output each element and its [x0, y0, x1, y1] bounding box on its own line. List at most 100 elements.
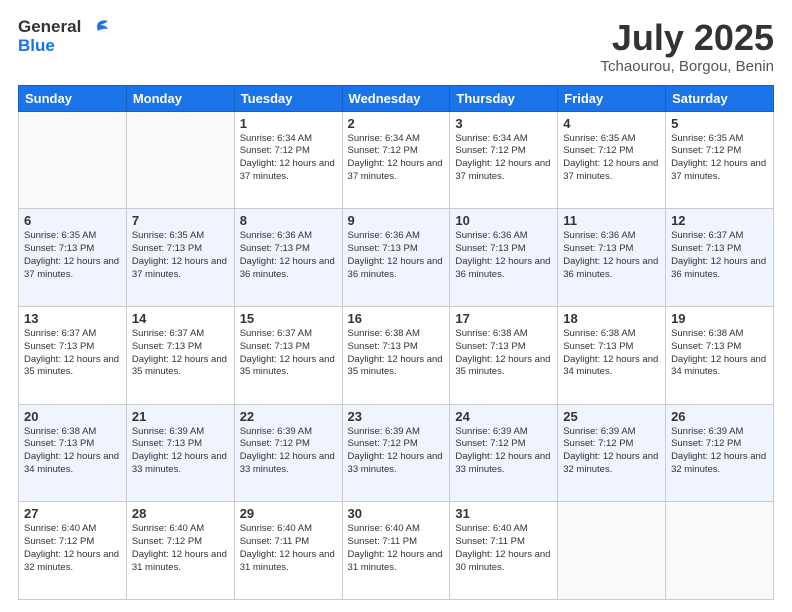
table-row: 22Sunrise: 6:39 AMSunset: 7:12 PMDayligh… — [234, 404, 342, 502]
table-row: 6 Sunrise: 6:35 AMSunset: 7:13 PMDaylight… — [19, 209, 127, 307]
day-number: 9 — [348, 213, 445, 228]
col-wednesday: Wednesday — [342, 85, 450, 111]
day-detail: Sunrise: 6:37 AMSunset: 7:13 PMDaylight:… — [240, 328, 337, 379]
day-number: 8 — [240, 213, 337, 228]
day-detail: Sunrise: 6:39 AMSunset: 7:12 PMDaylight:… — [563, 426, 660, 477]
day-number: 6 — [24, 213, 121, 228]
table-row: 28 Sunrise: 6:40 AMSunset: 7:12 PMDayligh… — [126, 502, 234, 600]
sunset-text: Sunset: 7:12 PM — [24, 536, 94, 547]
table-row: 21 Sunrise: 6:39 AMSunset: 7:13 PMDayligh… — [126, 404, 234, 502]
day-number: 25 — [563, 409, 660, 424]
table-row: 15 Sunrise: 6:37 AMSunset: 7:13 PMDayligh… — [234, 306, 342, 404]
table-row: 31Sunrise: 6:40 AMSunset: 7:11 PMDayligh… — [450, 502, 558, 600]
calendar-week-row: 1Sunrise: 6:34 AMSunset: 7:12 PMDaylight… — [19, 111, 774, 209]
day-detail: Sunrise: 6:34 AMSunset: 7:12 PM Daylight:… — [455, 133, 552, 184]
table-row — [19, 111, 127, 209]
day-number: 5 — [671, 116, 768, 131]
day-number: 14 — [132, 311, 229, 326]
sunrise-text: Sunrise: 6:35 AM — [24, 230, 96, 241]
day-number: 22 — [240, 409, 337, 424]
sunset-text: Sunset: 7:12 PM — [671, 438, 741, 449]
day-detail: Sunrise: 6:35 AMSunset: 7:13 PMDaylight:… — [24, 230, 121, 281]
sunset-text: Sunset: 7:12 PM — [671, 145, 741, 156]
sunrise-text: Sunrise: 6:34 AM — [455, 133, 527, 144]
daylight-text: Daylight: 12 hours and 37 minutes. — [455, 158, 550, 182]
sunrise-text: Sunrise: 6:37 AM — [24, 328, 96, 339]
sunset-text: Sunset: 7:13 PM — [671, 243, 741, 254]
day-detail: Sunrise: 6:36 AMSunset: 7:13 PMDaylight:… — [455, 230, 552, 281]
daylight-text: Daylight: 12 hours and 37 minutes. — [24, 256, 119, 280]
table-row: 10Sunrise: 6:36 AMSunset: 7:13 PMDayligh… — [450, 209, 558, 307]
daylight-text: Daylight: 12 hours and 33 minutes. — [348, 451, 443, 475]
day-detail: Sunrise: 6:39 AMSunset: 7:13 PMDaylight:… — [132, 426, 229, 477]
sunrise-text: Sunrise: 6:40 AM — [455, 523, 527, 534]
sunrise-text: Sunrise: 6:39 AM — [240, 426, 312, 437]
sunrise-text: Sunrise: 6:39 AM — [455, 426, 527, 437]
table-row: 8Sunrise: 6:36 AMSunset: 7:13 PMDaylight… — [234, 209, 342, 307]
sunrise-text: Sunrise: 6:35 AM — [563, 133, 635, 144]
sunset-text: Sunset: 7:11 PM — [348, 536, 418, 547]
table-row — [666, 502, 774, 600]
day-detail: Sunrise: 6:39 AMSunset: 7:12 PM Daylight:… — [671, 426, 768, 477]
sunrise-text: Sunrise: 6:40 AM — [348, 523, 420, 534]
sunset-text: Sunset: 7:13 PM — [671, 341, 741, 352]
day-number: 16 — [348, 311, 445, 326]
calendar-table: Sunday Monday Tuesday Wednesday Thursday… — [18, 85, 774, 600]
sunrise-text: Sunrise: 6:35 AM — [671, 133, 743, 144]
sunset-text: Sunset: 7:12 PM — [455, 145, 525, 156]
sunrise-text: Sunrise: 6:34 AM — [240, 133, 312, 144]
daylight-text: Daylight: 12 hours and 35 minutes. — [348, 354, 443, 378]
col-thursday: Thursday — [450, 85, 558, 111]
table-row — [558, 502, 666, 600]
sunset-text: Sunset: 7:11 PM — [240, 536, 310, 547]
day-detail: Sunrise: 6:35 AMSunset: 7:13 PMDaylight:… — [132, 230, 229, 281]
sunrise-text: Sunrise: 6:36 AM — [240, 230, 312, 241]
table-row: 13Sunrise: 6:37 AMSunset: 7:13 PMDayligh… — [19, 306, 127, 404]
sunrise-text: Sunrise: 6:38 AM — [671, 328, 743, 339]
col-saturday: Saturday — [666, 85, 774, 111]
table-row: 11Sunrise: 6:36 AMSunset: 7:13 PMDayligh… — [558, 209, 666, 307]
sunrise-text: Sunrise: 6:39 AM — [671, 426, 743, 437]
day-number: 21 — [132, 409, 229, 424]
day-detail: Sunrise: 6:38 AMSunset: 7:13 PMDaylight:… — [348, 328, 445, 379]
day-number: 15 — [240, 311, 337, 326]
table-row: 7Sunrise: 6:35 AMSunset: 7:13 PMDaylight… — [126, 209, 234, 307]
day-detail: Sunrise: 6:40 AMSunset: 7:11 PMDaylight:… — [455, 523, 552, 574]
day-detail: Sunrise: 6:34 AMSunset: 7:12 PMDaylight:… — [240, 133, 337, 184]
day-number: 23 — [348, 409, 445, 424]
day-detail: Sunrise: 6:37 AMSunset: 7:13 PMDaylight:… — [24, 328, 121, 379]
sunrise-text: Sunrise: 6:36 AM — [348, 230, 420, 241]
sunset-text: Sunset: 7:13 PM — [132, 438, 202, 449]
daylight-text: Daylight: 12 hours and 31 minutes. — [132, 549, 227, 573]
sunrise-text: Sunrise: 6:37 AM — [240, 328, 312, 339]
sunrise-text: Sunrise: 6:40 AM — [240, 523, 312, 534]
sunset-text: Sunset: 7:13 PM — [24, 438, 94, 449]
calendar-week-row: 20Sunrise: 6:38 AMSunset: 7:13 PMDayligh… — [19, 404, 774, 502]
daylight-text: Daylight: 12 hours and 35 minutes. — [455, 354, 550, 378]
page: General Blue July 2025 Tchaourou, Borgou… — [0, 0, 792, 612]
day-detail: Sunrise: 6:40 AMSunset: 7:11 PMDaylight:… — [348, 523, 445, 574]
sunset-text: Sunset: 7:12 PM — [348, 145, 418, 156]
calendar-week-row: 27Sunrise: 6:40 AMSunset: 7:12 PMDayligh… — [19, 502, 774, 600]
day-number: 13 — [24, 311, 121, 326]
day-number: 12 — [671, 213, 768, 228]
day-detail: Sunrise: 6:40 AMSunset: 7:12 PMDaylight:… — [132, 523, 229, 574]
day-number: 28 — [132, 506, 229, 521]
day-detail: Sunrise: 6:37 AMSunset: 7:13 PMDaylight:… — [132, 328, 229, 379]
col-sunday: Sunday — [19, 85, 127, 111]
sunset-text: Sunset: 7:12 PM — [240, 145, 310, 156]
day-number: 19 — [671, 311, 768, 326]
daylight-text: Daylight: 12 hours and 34 minutes. — [24, 451, 119, 475]
day-number: 2 — [348, 116, 445, 131]
table-row: 25 Sunrise: 6:39 AMSunset: 7:12 PMDayligh… — [558, 404, 666, 502]
sunset-text: Sunset: 7:12 PM — [563, 145, 633, 156]
sunset-text: Sunset: 7:13 PM — [24, 341, 94, 352]
daylight-text: Daylight: 12 hours and 32 minutes. — [671, 451, 766, 475]
daylight-text: Daylight: 12 hours and 36 minutes. — [455, 256, 550, 280]
day-number: 20 — [24, 409, 121, 424]
day-number: 24 — [455, 409, 552, 424]
day-detail: Sunrise: 6:35 AMSunset: 7:12 PMDaylight:… — [563, 133, 660, 184]
sunrise-text: Sunrise: 6:39 AM — [132, 426, 204, 437]
day-number: 4 — [563, 116, 660, 131]
daylight-text: Daylight: 12 hours and 36 minutes. — [348, 256, 443, 280]
